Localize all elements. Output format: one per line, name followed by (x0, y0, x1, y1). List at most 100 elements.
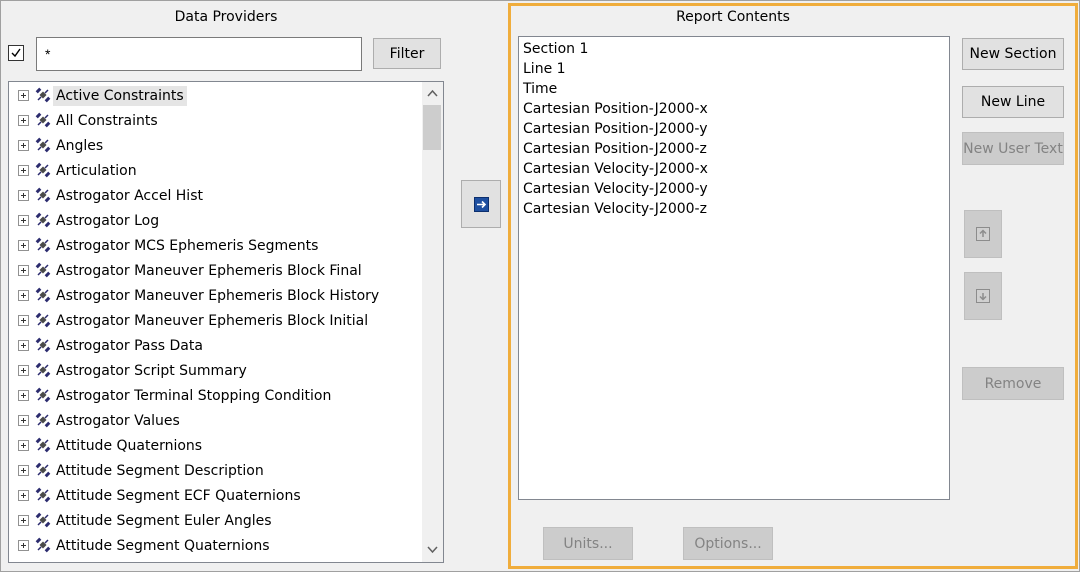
satellite-icon (35, 162, 51, 178)
scroll-thumb[interactable] (423, 105, 441, 150)
arrow-right-icon (474, 197, 489, 212)
expand-icon[interactable] (18, 490, 29, 501)
filter-input[interactable] (36, 37, 362, 71)
satellite-icon (35, 537, 51, 553)
tree-item[interactable]: Astrogator Values (9, 408, 413, 433)
report-item[interactable]: Cartesian Velocity-J2000-y (523, 179, 708, 199)
satellite-icon (35, 387, 51, 403)
tree-item-label: Attitude Segment Euler Angles (56, 513, 272, 529)
add-to-report-button[interactable] (461, 180, 501, 228)
move-down-icon (976, 289, 990, 303)
tree-item-label: Astrogator Maneuver Ephemeris Block Init… (56, 313, 369, 329)
expand-icon[interactable] (18, 140, 29, 151)
new-user-text-button[interactable]: New User Text (962, 132, 1064, 165)
checkmark-icon (11, 48, 21, 58)
remove-button[interactable]: Remove (962, 367, 1064, 400)
report-item[interactable]: Cartesian Position-J2000-z (523, 139, 707, 159)
tree-item[interactable]: Articulation (9, 158, 413, 183)
tree-item[interactable]: Astrogator MCS Ephemeris Segments (9, 233, 413, 258)
filter-button[interactable]: Filter (373, 38, 441, 69)
satellite-icon (35, 212, 51, 228)
satellite-icon (35, 312, 51, 328)
tree-item-label: Astrogator Log (56, 213, 160, 229)
report-item[interactable]: Line 1 (523, 59, 566, 79)
expand-icon[interactable] (18, 315, 29, 326)
tree-item[interactable]: Astrogator Maneuver Ephemeris Block Hist… (9, 283, 413, 308)
tree-item[interactable]: Astrogator Terminal Stopping Condition (9, 383, 413, 408)
tree-scrollbar[interactable] (422, 82, 443, 562)
expand-icon[interactable] (18, 515, 29, 526)
tree-item[interactable]: All Constraints (9, 108, 413, 133)
satellite-icon (35, 237, 51, 253)
expand-icon[interactable] (18, 265, 29, 276)
tree-item-label: Astrogator Script Summary (56, 363, 247, 379)
options-button[interactable]: Options... (683, 527, 773, 560)
satellite-icon (35, 512, 51, 528)
tree-item[interactable]: Astrogator Accel Hist (9, 183, 413, 208)
move-down-button[interactable] (964, 272, 1002, 320)
report-item[interactable]: Section 1 (523, 39, 588, 59)
tree-item[interactable]: Astrogator Maneuver Ephemeris Block Init… (9, 308, 413, 333)
tree-item-label: Astrogator Maneuver Ephemeris Block Hist… (56, 288, 380, 304)
tree-item[interactable]: Attitude Quaternions (9, 433, 413, 458)
expand-icon[interactable] (18, 440, 29, 451)
report-contents-list[interactable]: Section 1 Line 1 Time Cartesian Position-J2… (518, 36, 950, 500)
tree-item[interactable]: Astrogator Maneuver Ephemeris Block Fina… (9, 258, 413, 283)
new-line-button[interactable]: New Line (962, 86, 1064, 118)
expand-icon[interactable] (18, 115, 29, 126)
move-up-button[interactable] (964, 210, 1002, 258)
expand-icon[interactable] (18, 240, 29, 251)
tree-item-label: Active Constraints (53, 86, 187, 106)
tree-item[interactable]: Attitude Segment Description (9, 458, 413, 483)
expand-icon[interactable] (18, 540, 29, 551)
report-contents-title: Report Contents (676, 9, 790, 25)
report-item[interactable]: Cartesian Position-J2000-y (523, 119, 708, 139)
tree-rows: Active Constraints All Constraints Angles A… (9, 82, 423, 562)
scroll-up-icon[interactable] (427, 89, 438, 97)
satellite-icon (35, 187, 51, 203)
expand-icon[interactable] (18, 190, 29, 201)
units-button[interactable]: Units... (543, 527, 633, 560)
satellite-icon (35, 462, 51, 478)
tree-item[interactable]: Angles (9, 133, 413, 158)
tree-item-label: Attitude Segment ECF Quaternions (56, 488, 301, 504)
tree-item[interactable]: Attitude Segment ECF Quaternions (9, 483, 413, 508)
satellite-icon (35, 137, 51, 153)
expand-icon[interactable] (18, 390, 29, 401)
expand-icon[interactable] (18, 90, 29, 101)
expand-icon[interactable] (18, 365, 29, 376)
tree-item-label: Angles (56, 138, 104, 154)
report-item[interactable]: Time (523, 79, 557, 99)
scroll-down-icon[interactable] (427, 546, 438, 554)
tree-item[interactable]: Active Constraints (9, 83, 413, 108)
tree-item-label: Astrogator MCS Ephemeris Segments (56, 238, 319, 254)
expand-icon[interactable] (18, 415, 29, 426)
tree-item-label: All Constraints (56, 113, 158, 129)
tree-item[interactable]: Astrogator Log (9, 208, 413, 233)
tree-item-label: Astrogator Accel Hist (56, 188, 203, 204)
report-item[interactable]: Cartesian Position-J2000-x (523, 99, 708, 119)
expand-icon[interactable] (18, 340, 29, 351)
expand-icon[interactable] (18, 290, 29, 301)
satellite-icon (35, 112, 51, 128)
report-item[interactable]: Cartesian Velocity-J2000-z (523, 199, 707, 219)
expand-icon[interactable] (18, 215, 29, 226)
report-item[interactable]: Cartesian Velocity-J2000-x (523, 159, 708, 179)
satellite-icon (35, 287, 51, 303)
tree-item[interactable]: Attitude Segment Quaternions (9, 533, 413, 558)
filter-checkbox[interactable] (8, 45, 24, 61)
satellite-icon (35, 437, 51, 453)
expand-icon[interactable] (18, 165, 29, 176)
tree-item[interactable]: Astrogator Script Summary (9, 358, 413, 383)
tree-item[interactable]: Attitude Segment Euler Angles (9, 508, 413, 533)
move-up-icon (976, 227, 990, 241)
data-providers-tree[interactable]: Active Constraints All Constraints Angles A… (8, 81, 444, 563)
tree-item-label: Attitude Segment Quaternions (56, 538, 270, 554)
new-section-button[interactable]: New Section (962, 38, 1064, 70)
tree-item-label: Astrogator Maneuver Ephemeris Block Fina… (56, 263, 362, 279)
tree-item[interactable]: Astrogator Pass Data (9, 333, 413, 358)
satellite-icon (35, 362, 51, 378)
tree-item-label: Attitude Quaternions (56, 438, 203, 454)
satellite-icon (35, 337, 51, 353)
expand-icon[interactable] (18, 465, 29, 476)
